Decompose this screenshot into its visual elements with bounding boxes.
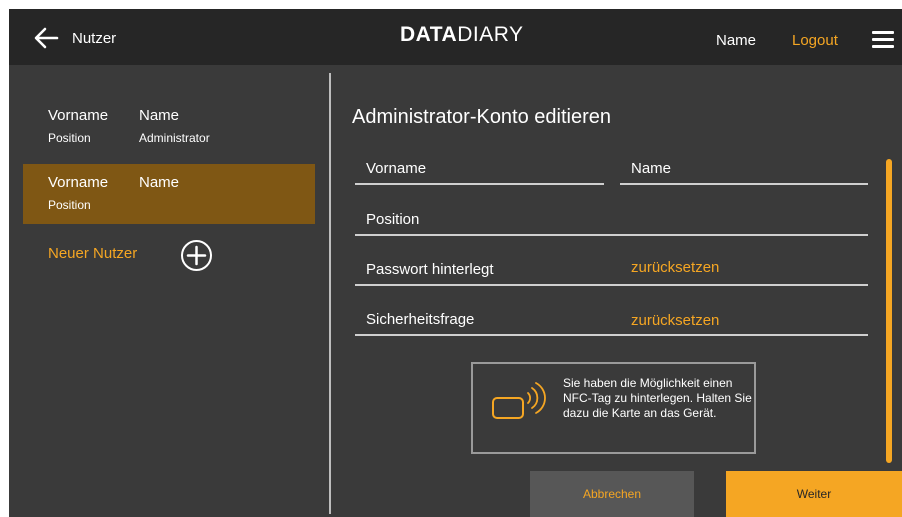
user-list-item[interactable]: Vorname Name Position Administrator — [23, 98, 315, 158]
back-label: Nutzer — [72, 29, 117, 47]
first-name-label: Vorname — [366, 160, 427, 177]
nfc-card-icon — [492, 382, 546, 419]
user-position: Position — [48, 131, 91, 145]
logo-bold-text: DATA — [400, 23, 458, 46]
panel-divider — [329, 73, 331, 514]
app-window: Nutzer DATADIARY Name Logout Vorname Nam… — [9, 9, 902, 517]
last-name-label: Name — [631, 160, 672, 177]
password-label: Passwort hinterlegt — [366, 261, 494, 278]
user-list-item-active[interactable]: Vorname Name Position — [23, 164, 315, 224]
user-last-name: Name — [139, 174, 180, 191]
user-last-name: Name — [139, 107, 180, 124]
header-bar: Nutzer DATADIARY Name Logout — [9, 9, 902, 65]
next-button[interactable]: Weiter — [726, 471, 902, 517]
form-title: Administrator-Konto editieren — [352, 106, 612, 128]
new-user-button[interactable]: Neuer Nutzer — [48, 245, 137, 262]
back-button[interactable]: Nutzer — [33, 26, 133, 50]
app-logo: DATADIARY — [400, 23, 524, 47]
logo-light-text: DIARY — [457, 23, 524, 46]
nfc-hint-text: Sie haben die Möglichkeit einen NFC-Tag … — [563, 376, 752, 420]
position-label: Position — [366, 211, 420, 228]
current-user-name: Name — [716, 32, 757, 49]
arrow-left-icon — [34, 27, 59, 49]
hamburger-menu-icon[interactable] — [872, 31, 894, 48]
user-role: Administrator — [139, 131, 210, 145]
reset-password-link[interactable]: zurücksetzen — [631, 259, 719, 276]
user-first-name: Vorname — [48, 174, 109, 191]
password-row: Passwort hinterlegt — [355, 249, 868, 286]
reset-security-question-link[interactable]: zurücksetzen — [631, 312, 719, 329]
cancel-button[interactable]: Abbrechen — [530, 471, 694, 517]
position-field[interactable]: Position — [355, 199, 868, 236]
last-name-field[interactable]: Name — [620, 149, 868, 185]
security-question-label: Sicherheitsfrage — [366, 311, 475, 328]
first-name-field[interactable]: Vorname — [355, 149, 604, 185]
user-position: Position — [48, 198, 91, 212]
plus-circle-icon[interactable] — [180, 239, 213, 272]
user-first-name: Vorname — [48, 107, 109, 124]
security-question-row: Sicherheitsfrage — [355, 299, 868, 336]
logout-link[interactable]: Logout — [792, 32, 838, 49]
scrollbar[interactable] — [886, 159, 892, 463]
new-user-label: Neuer Nutzer — [48, 245, 138, 262]
